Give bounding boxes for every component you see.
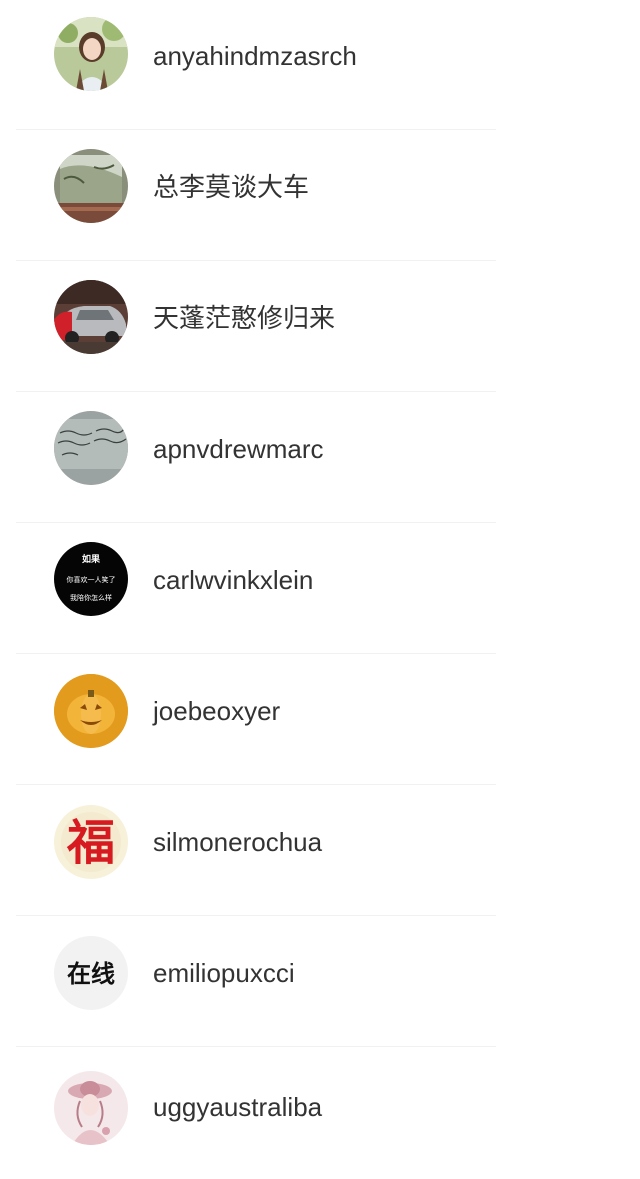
fu-character-avatar-icon: 福 [54, 805, 128, 879]
divider [16, 260, 496, 261]
avatar[interactable] [54, 17, 128, 91]
username: apnvdrewmarc [153, 434, 324, 464]
list-item-user[interactable]: 福 silmonerochua [0, 786, 640, 917]
list-item-user[interactable]: 如果 你喜欢一人笑了 我陪你怎么样 carlwvinkxlein [0, 524, 640, 655]
divider [16, 1046, 496, 1047]
username: 总李莫谈大车 [153, 172, 310, 202]
photo-avatar-car-icon [54, 280, 128, 354]
list-item-user[interactable]: apnvdrewmarc [0, 393, 640, 524]
list-item-user[interactable]: 在线 emiliopuxcci [0, 917, 640, 1048]
avatar-text-line: 如果 [82, 553, 101, 565]
username: carlwvinkxlein [153, 565, 314, 595]
avatar[interactable] [54, 674, 128, 748]
list-item-user[interactable]: uggyaustraliba [0, 1048, 640, 1179]
avatar[interactable]: 福 [54, 805, 128, 879]
list-item-user[interactable]: 天蓬茫憨修归来 [0, 262, 640, 393]
photo-avatar-whiteboard-icon [54, 411, 128, 485]
username: anyahindmzasrch [153, 41, 357, 71]
avatar[interactable] [54, 149, 128, 223]
text-avatar-black-icon: 如果 你喜欢一人笑了 我陪你怎么样 [54, 542, 128, 616]
divider [16, 915, 496, 916]
username: emiliopuxcci [153, 958, 295, 988]
user-list: anyahindmzasrch 总李莫谈大车 天蓬茫憨修归来 apnvdrewm… [0, 0, 640, 1159]
avatar-text-line: 你喜欢一人笑了 [67, 575, 116, 584]
illustration-avatar-lady-icon [54, 1071, 128, 1145]
list-item-user[interactable]: 总李莫谈大车 [0, 131, 640, 262]
pumpkin-avatar-icon [54, 674, 128, 748]
username: 天蓬茫憨修归来 [153, 303, 336, 333]
avatar-online-text: 在线 [67, 960, 115, 988]
username: silmonerochua [153, 827, 323, 857]
username: joebeoxyer [153, 696, 281, 726]
list-item-user[interactable]: anyahindmzasrch [0, 0, 640, 131]
divider [16, 653, 496, 654]
avatar-text-line: 我陪你怎么样 [70, 593, 112, 602]
divider [16, 522, 496, 523]
avatar[interactable] [54, 1071, 128, 1145]
divider [16, 391, 496, 392]
photo-avatar-window-icon [54, 149, 128, 223]
avatar[interactable] [54, 411, 128, 485]
avatar-fu-text: 福 [66, 815, 115, 871]
text-avatar-grey-icon: 在线 [54, 936, 128, 1010]
list-item-user[interactable]: joebeoxyer [0, 655, 640, 786]
photo-avatar-girl-icon [54, 17, 128, 91]
avatar[interactable]: 如果 你喜欢一人笑了 我陪你怎么样 [54, 542, 128, 616]
avatar[interactable]: 在线 [54, 936, 128, 1010]
divider [16, 784, 496, 785]
avatar[interactable] [54, 280, 128, 354]
username: uggyaustraliba [153, 1092, 323, 1122]
divider [16, 129, 496, 130]
